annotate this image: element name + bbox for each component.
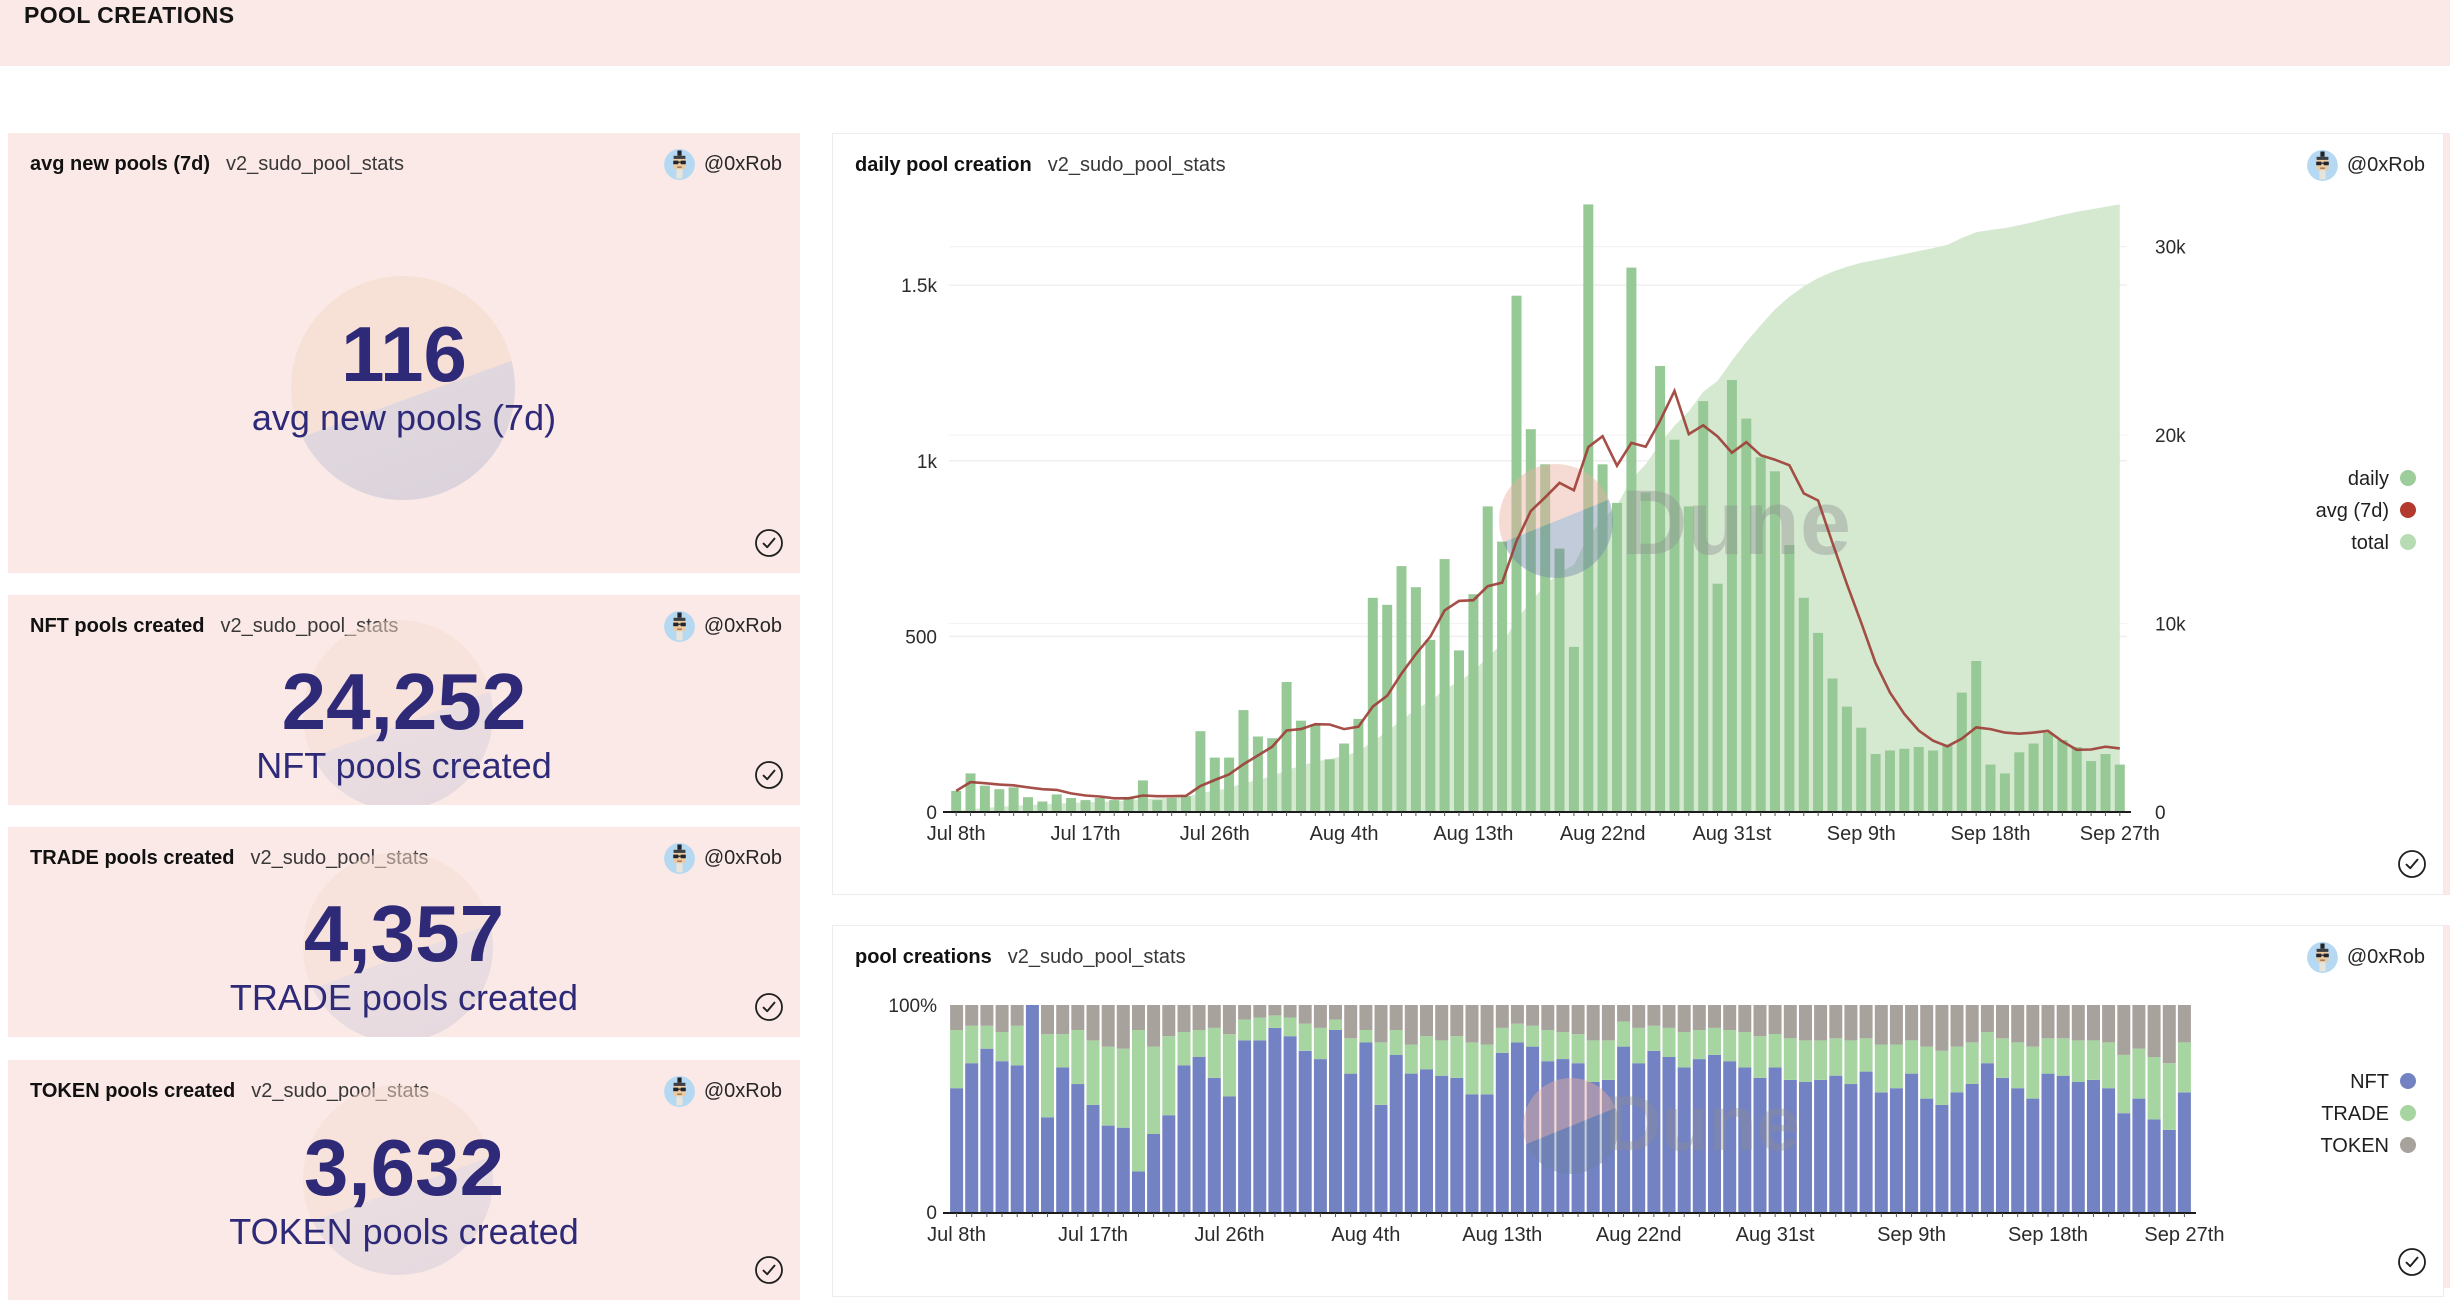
pixel-avatar-mohawk-glasses: [664, 611, 695, 642]
legend-dot-icon: [2400, 470, 2416, 486]
legend-dot-icon: [2400, 1105, 2416, 1121]
x-axis-tick-label: Jul 26th: [1180, 823, 1250, 845]
svg-text:Dune: Dune: [1621, 472, 1851, 574]
counter-label: avg new pools (7d): [252, 395, 556, 440]
counter-label: TRADE pools created: [230, 975, 578, 1020]
author-handle[interactable]: @0xRob: [704, 847, 782, 870]
counter-card-trade-pools: TRADE pools created v2_sudo_pool_stats @…: [8, 827, 800, 1037]
x-axis-tick-label: Aug 13th: [1433, 823, 1513, 845]
svg-text:daily: daily: [2348, 468, 2389, 490]
x-axis-tick-label: Aug 31st: [1692, 823, 1771, 845]
x-axis-tick-label: Sep 27th: [2144, 1224, 2224, 1246]
counter-value: 116: [341, 314, 467, 395]
x-axis-tick-label: Jul 26th: [1194, 1224, 1264, 1246]
counter-value: 4,357: [304, 892, 504, 975]
legend-item-trade: TRADE: [2321, 1103, 2416, 1125]
avatar[interactable]: [664, 843, 695, 874]
card-title[interactable]: TOKEN pools created: [30, 1080, 235, 1103]
avatar[interactable]: [664, 1076, 695, 1107]
author-handle[interactable]: @0xRob: [704, 1080, 782, 1103]
x-axis-tick-label: Jul 17th: [1050, 823, 1120, 845]
svg-text:TOKEN: TOKEN: [2320, 1135, 2389, 1157]
x-axis-tick-label: Sep 9th: [1877, 1224, 1946, 1246]
checkmark-circle-icon[interactable]: [2397, 1247, 2427, 1282]
counter-label: NFT pools created: [256, 743, 551, 788]
legend-item-avg-7d-: avg (7d): [2316, 500, 2416, 522]
card-title[interactable]: avg new pools (7d): [30, 153, 210, 176]
y-axis-tick-label: 100%: [888, 996, 937, 1017]
svg-text:total: total: [2351, 532, 2389, 554]
svg-text:TRADE: TRADE: [2321, 1103, 2389, 1125]
legend-dot-icon: [2400, 1137, 2416, 1153]
checkmark-circle-icon[interactable]: [2397, 849, 2427, 884]
legend-dot-icon: [2400, 1073, 2416, 1089]
page-title: POOL CREATIONS: [0, 0, 2450, 29]
pixel-avatar-mohawk-glasses: [664, 843, 695, 874]
x-axis-tick-label: Jul 8th: [927, 1224, 986, 1246]
x-axis-tick-label: Sep 27th: [2080, 823, 2160, 845]
checkmark-circle-icon: [754, 760, 784, 790]
counter-value: 24,252: [282, 660, 527, 743]
pixel-avatar-mohawk-glasses: [664, 1076, 695, 1107]
left-axis-tick-label: 0: [926, 803, 937, 824]
avatar[interactable]: [664, 611, 695, 642]
x-axis-tick-label: Jul 17th: [1058, 1224, 1128, 1246]
author-handle[interactable]: @0xRob: [704, 153, 782, 176]
x-axis-tick-label: Sep 18th: [2008, 1224, 2088, 1246]
left-axis-tick-label: 500: [905, 627, 937, 648]
avatar[interactable]: [664, 149, 695, 180]
counter-value: 3,632: [304, 1126, 504, 1209]
legend-dot-icon: [2400, 502, 2416, 518]
x-axis-tick-label: Aug 22nd: [1596, 1224, 1682, 1246]
legend-dot-icon: [2400, 534, 2416, 550]
right-axis-tick-label: 20k: [2155, 426, 2186, 447]
counter-card-nft-pools: NFT pools created v2_sudo_pool_stats @0x…: [8, 595, 800, 805]
y-axis-tick-label: 0: [926, 1203, 937, 1224]
checkmark-circle-icon[interactable]: [754, 760, 784, 795]
card-title[interactable]: NFT pools created: [30, 615, 204, 638]
chart-card-pool-creations: pool creations v2_sudo_pool_stats @0xRob…: [832, 925, 2444, 1297]
left-axis-tick-label: 1k: [917, 452, 938, 473]
checkmark-circle-icon: [2397, 1247, 2427, 1277]
svg-text:avg (7d): avg (7d): [2316, 500, 2389, 522]
left-axis-tick-label: 1.5k: [901, 276, 937, 297]
checkmark-circle-icon[interactable]: [754, 992, 784, 1027]
next-card-edge-sliver: [2444, 925, 2450, 1288]
legend-item-total: total: [2351, 532, 2416, 554]
x-axis-tick-label: Aug 4th: [1310, 823, 1379, 845]
right-axis-tick-label: 10k: [2155, 615, 2186, 636]
x-axis-tick-label: Aug 13th: [1462, 1224, 1542, 1246]
checkmark-circle-icon: [754, 992, 784, 1022]
x-axis-tick-label: Sep 9th: [1827, 823, 1896, 845]
card-title[interactable]: TRADE pools created: [30, 847, 234, 870]
x-axis-tick-label: Aug 31st: [1736, 1224, 1815, 1246]
x-axis-tick-label: Sep 18th: [1950, 823, 2030, 845]
next-card-edge-sliver: [2444, 133, 2450, 895]
pool-creations-stacked-chart: Dune 0 100% Jul 8th Jul 17th Jul 26th Aug 4th A…: [833, 926, 2444, 1271]
counter-card-avg-new-pools: avg new pools (7d) v2_sudo_pool_stats @0…: [8, 133, 800, 573]
dashboard-header-banner: POOL CREATIONS: [0, 0, 2450, 66]
pixel-avatar-mohawk-glasses: [664, 149, 695, 180]
x-axis-tick-label: Jul 8th: [927, 823, 986, 845]
card-query-link[interactable]: v2_sudo_pool_stats: [226, 153, 404, 176]
right-axis-tick-label: 0: [2155, 803, 2166, 824]
svg-text:Dune: Dune: [1605, 1079, 1800, 1167]
legend-item-nft: NFT: [2350, 1071, 2416, 1093]
right-axis-tick-label: 30k: [2155, 238, 2186, 259]
x-axis-tick-label: Aug 4th: [1331, 1224, 1400, 1246]
counter-card-token-pools: TOKEN pools created v2_sudo_pool_stats @…: [8, 1060, 800, 1300]
legend-item-daily: daily: [2348, 468, 2416, 490]
svg-text:NFT: NFT: [2350, 1071, 2389, 1093]
legend-item-token: TOKEN: [2320, 1135, 2416, 1157]
author-handle[interactable]: @0xRob: [704, 615, 782, 638]
checkmark-circle-icon: [2397, 849, 2427, 879]
checkmark-circle-icon: [754, 528, 784, 558]
counter-label: TOKEN pools created: [229, 1209, 579, 1254]
checkmark-circle-icon[interactable]: [754, 1255, 784, 1290]
checkmark-circle-icon[interactable]: [754, 528, 784, 563]
daily-pool-creation-chart: Dune 0 500 1k 1.5k 0 10k 20k 30k Jul 8th Jul 17th J…: [833, 134, 2444, 853]
checkmark-circle-icon: [754, 1255, 784, 1285]
chart-card-daily-pool-creation: daily pool creation v2_sudo_pool_stats @…: [832, 133, 2444, 895]
x-axis-tick-label: Aug 22nd: [1560, 823, 1646, 845]
